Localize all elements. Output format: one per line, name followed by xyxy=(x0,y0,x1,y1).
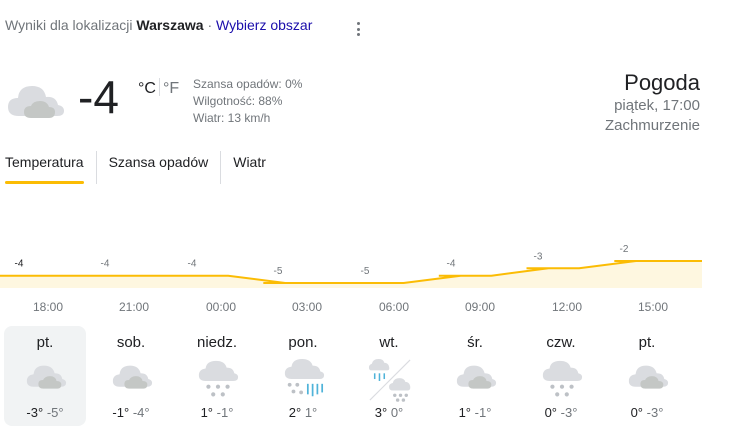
day-high: 0° xyxy=(630,405,644,420)
hour-label: 03:00 xyxy=(291,300,323,314)
day-temps: 0° -3° xyxy=(606,405,688,420)
location-prefix: Wyniki dla lokalizacji xyxy=(5,17,133,33)
temperature-chart: -4 -4 -4 -5 -5 -4 -3 -2 xyxy=(0,244,702,288)
cloud-icon xyxy=(26,365,67,389)
day-name: pt. xyxy=(638,334,656,351)
day-high: -1° xyxy=(112,405,130,420)
day-low: -3° xyxy=(646,405,664,420)
chart-tabs: Temperatura Szansa opadów Wiatr xyxy=(5,151,266,184)
location-city: Warszawa xyxy=(136,17,204,33)
location-line: Wyniki dla lokalizacji Warszawa · Wybier… xyxy=(5,17,312,33)
hour-label: 18:00 xyxy=(32,300,64,314)
current-cloud-icon xyxy=(8,86,64,118)
temperature-label: -3 xyxy=(534,251,543,262)
day-card[interactable]: czw. 0° -3° xyxy=(520,326,602,426)
day-high: 1° xyxy=(458,405,472,420)
day-high: 3° xyxy=(374,405,388,420)
more-options-icon[interactable] xyxy=(352,20,364,38)
wind: Wiatr: 13 km/h xyxy=(193,111,271,125)
snow-icon xyxy=(542,360,583,397)
temperature-label: -4 xyxy=(101,259,110,270)
day-name: czw. xyxy=(546,334,576,351)
day-card[interactable]: niedz. 1° -1° xyxy=(176,326,258,426)
day-low: 1° xyxy=(304,405,318,420)
day-temps: 3° 0° xyxy=(348,405,430,420)
weather-title: Pogoda xyxy=(624,70,700,95)
day-low: -5° xyxy=(46,405,64,420)
cloud-icon xyxy=(456,365,497,389)
daily-forecast: pt. -3° -5° sob. -1° -4° niedz. 1° -1° pon. 2° … xyxy=(4,326,692,426)
temperature-label: -5 xyxy=(361,266,370,277)
change-location-link[interactable]: Wybierz obszar xyxy=(216,17,312,33)
day-card[interactable]: pon. 2° 1° xyxy=(262,326,344,426)
precipitation-chance: Szansa opadów: 0% xyxy=(193,77,303,91)
rain-then-snow-icon xyxy=(368,358,411,402)
day-name: śr. xyxy=(467,334,483,351)
day-low: -4° xyxy=(132,405,150,420)
location-separator: · xyxy=(207,17,213,33)
current-temperature: -4 xyxy=(78,71,119,123)
temperature-label: -4 xyxy=(447,259,456,270)
weather-condition: Zachmurzenie xyxy=(604,117,700,134)
temperature-label: -4 xyxy=(188,259,197,270)
day-high: 0° xyxy=(544,405,558,420)
day-temps: 2° 1° xyxy=(262,405,344,420)
current-details: Szansa opadów: 0% Wilgotność: 88% Wiatr:… xyxy=(193,76,302,127)
day-card[interactable]: sob. -1° -4° xyxy=(90,326,172,426)
day-temps: -1° -4° xyxy=(90,405,172,420)
day-name: niedz. xyxy=(196,334,238,351)
weather-datetime: piątek, 17:00 xyxy=(614,97,700,114)
tab-wind[interactable]: Wiatr xyxy=(220,151,266,184)
day-high: 1° xyxy=(200,405,214,420)
humidity: Wilgotność: 88% xyxy=(193,94,283,108)
hour-label: 09:00 xyxy=(464,300,496,314)
day-low: -1° xyxy=(474,405,492,420)
cloud-icon xyxy=(628,365,669,389)
tab-precipitation[interactable]: Szansa opadów xyxy=(95,151,208,184)
day-low: -1° xyxy=(216,405,234,420)
unit-celsius[interactable]: °C xyxy=(138,80,156,97)
unit-toggle: °C °F xyxy=(138,78,179,98)
weather-summary: Pogoda piątek, 17:00 Zachmurzenie xyxy=(605,70,700,136)
day-name: wt. xyxy=(379,334,399,351)
rain-snow-icon xyxy=(284,358,325,397)
hour-label: 15:00 xyxy=(637,300,669,314)
day-temps: 0° -3° xyxy=(520,405,602,420)
day-high: 2° xyxy=(288,405,302,420)
hour-label: 12:00 xyxy=(551,300,583,314)
day-low: 0° xyxy=(390,405,404,420)
hour-label: 00:00 xyxy=(205,300,237,314)
hour-label: 21:00 xyxy=(118,300,150,314)
day-high: -3° xyxy=(26,405,44,420)
day-temps: -3° -5° xyxy=(4,405,86,420)
temperature-label: -4 xyxy=(15,259,24,270)
hour-label: 06:00 xyxy=(378,300,410,314)
day-card[interactable]: pt. -3° -5° xyxy=(4,326,86,426)
day-name: sob. xyxy=(116,334,146,351)
day-card[interactable]: pt. 0° -3° xyxy=(606,326,688,426)
snow-icon xyxy=(198,360,239,397)
tab-temperature[interactable]: Temperatura xyxy=(5,151,84,184)
cloud-icon xyxy=(112,365,153,389)
unit-fahrenheit[interactable]: °F xyxy=(163,80,179,97)
temperature-label: -5 xyxy=(274,266,283,277)
day-temps: 1° -1° xyxy=(434,405,516,420)
day-card[interactable]: śr. 1° -1° xyxy=(434,326,516,426)
day-card[interactable]: wt. 3° 0° xyxy=(348,326,430,426)
hour-labels: 18:00 21:00 00:00 03:00 06:00 09:00 12:00 15:00 xyxy=(0,300,702,316)
temperature-label: -2 xyxy=(620,244,629,255)
day-low: -3° xyxy=(560,405,578,420)
day-name: pt. xyxy=(36,334,54,351)
day-name: pon. xyxy=(288,334,318,351)
day-temps: 1° -1° xyxy=(176,405,258,420)
